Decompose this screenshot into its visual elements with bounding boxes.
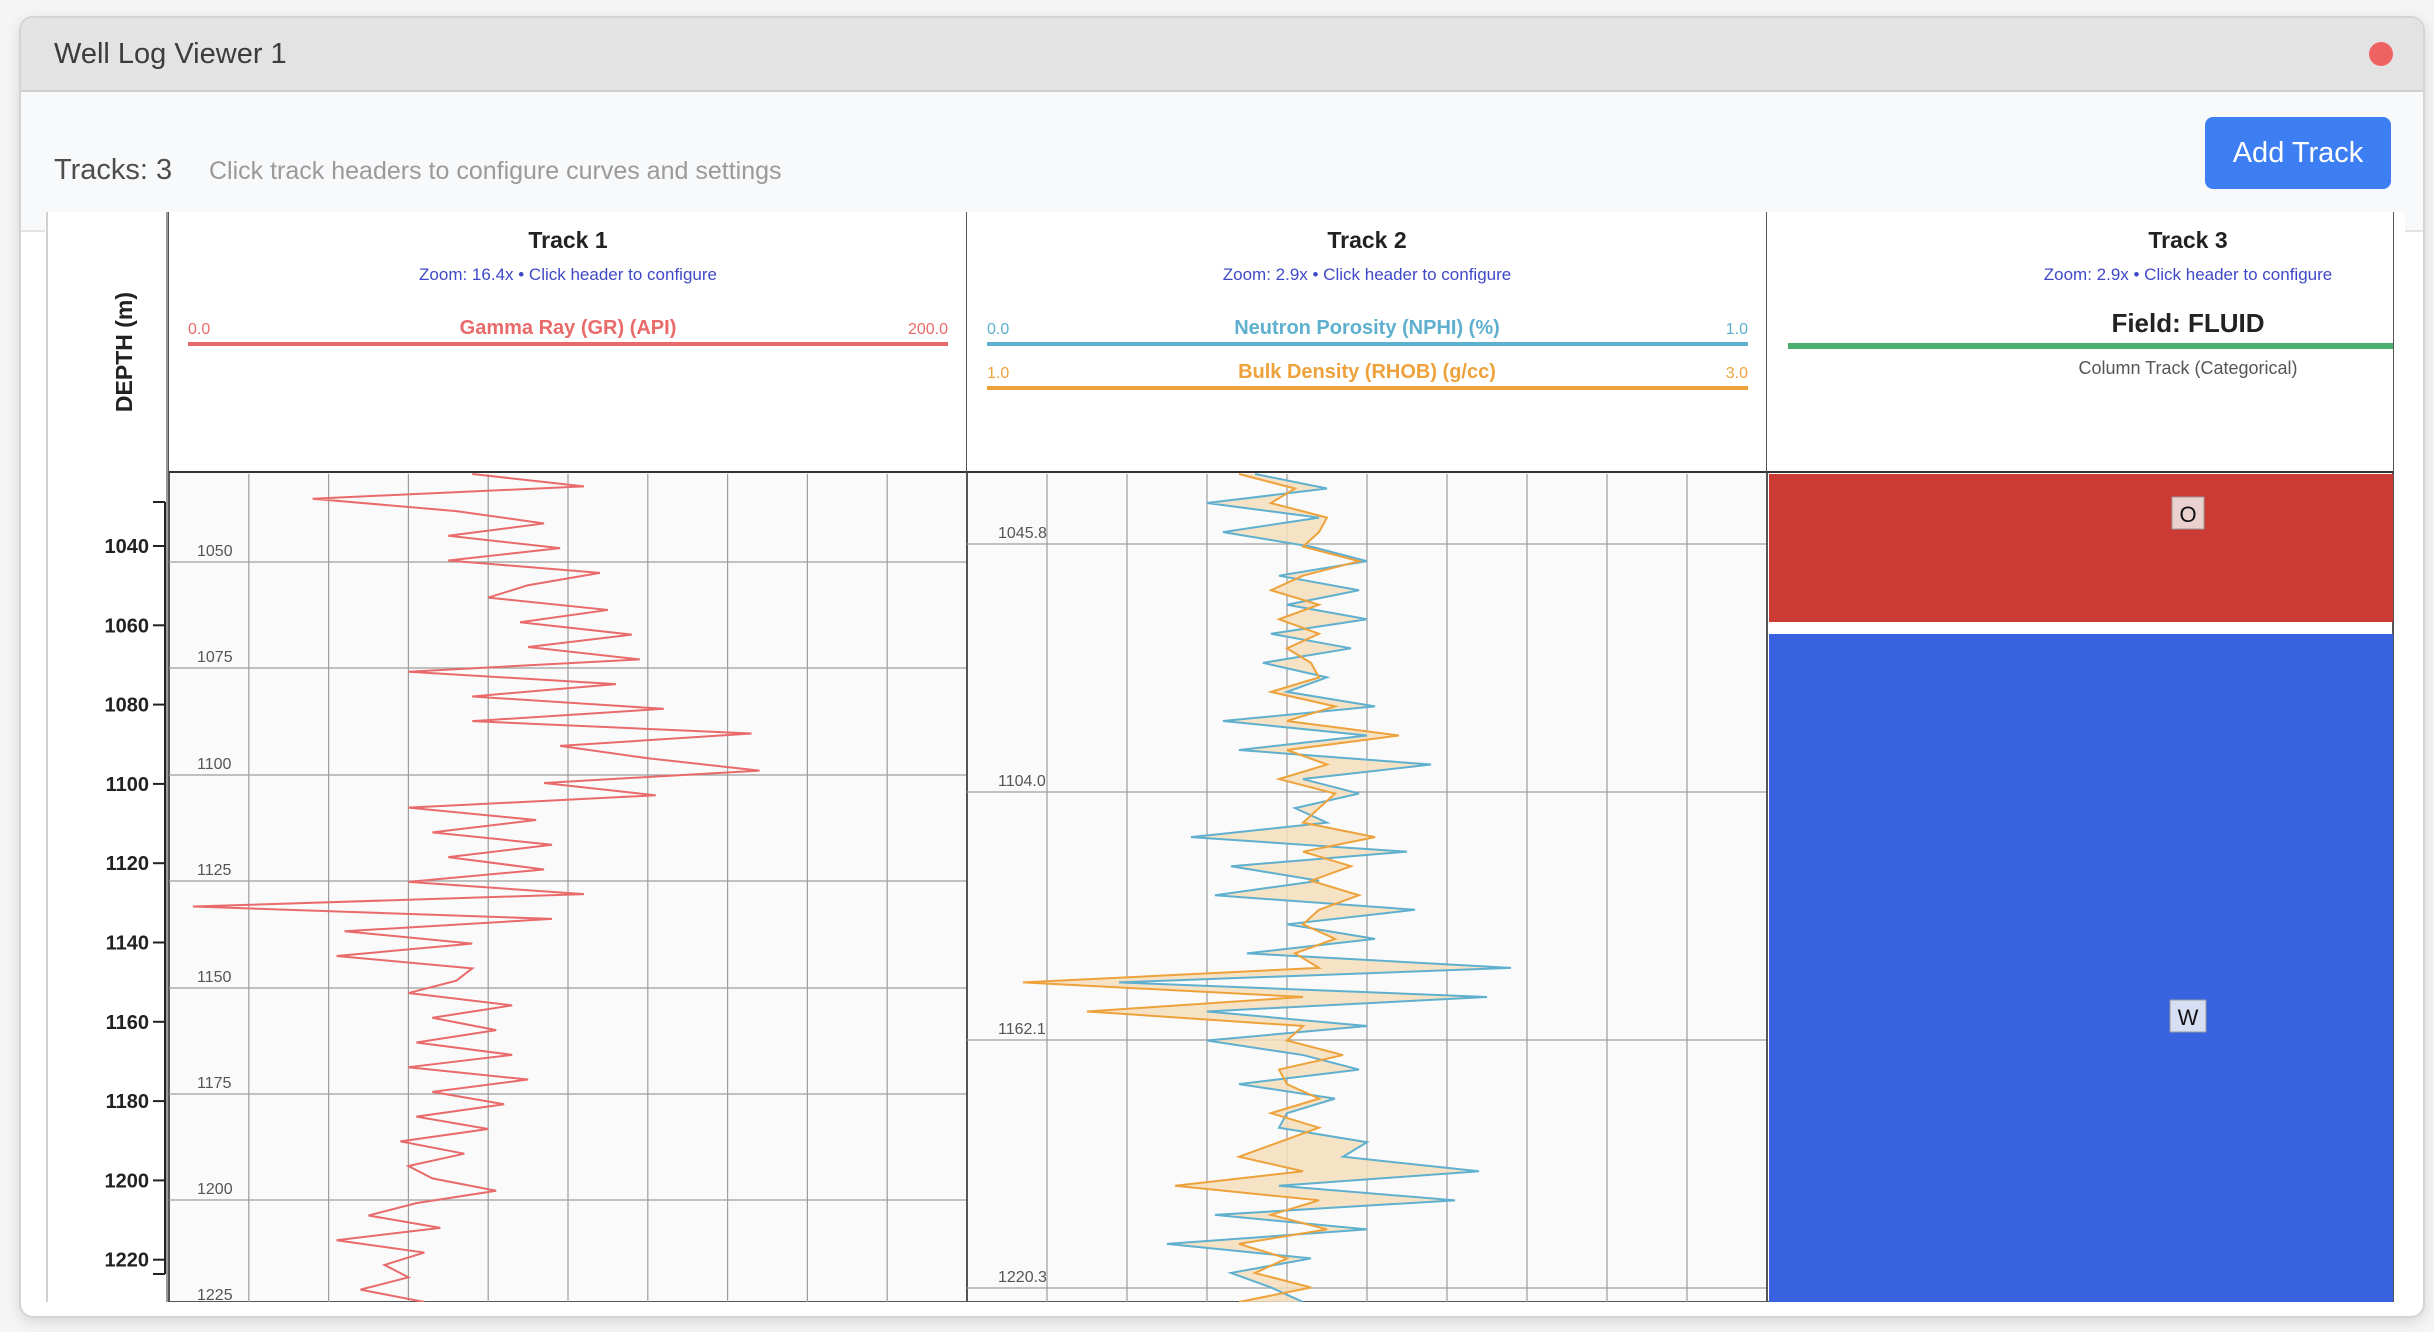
rhob-max-label: 3.0	[1726, 365, 1748, 382]
toolbar-hint: Click track headers to configure curves …	[209, 157, 782, 185]
track-1-subtitle: Zoom: 16.4x • Click header to configure	[419, 265, 717, 284]
depth-tick-label: 1180	[106, 1091, 149, 1113]
track-depth-label: 1050	[197, 543, 233, 560]
depth-tick-label: 1060	[105, 615, 150, 637]
track-3-field: Field: FLUID	[2111, 308, 2264, 338]
depth-tick-label: 1200	[105, 1170, 150, 1192]
zone-oil-label: O	[2179, 502, 2196, 527]
track-depth-label: 1045.8	[998, 525, 1047, 542]
zone-oil[interactable]	[1769, 474, 2393, 622]
tracks-count: Tracks: 3	[54, 154, 173, 186]
depth-tick-label: 1080	[105, 695, 150, 717]
track-1-title: Track 1	[528, 227, 607, 253]
track-3-header[interactable]	[1767, 212, 2393, 472]
window-title: Well Log Viewer 1	[54, 38, 287, 70]
depth-tick-label: 1140	[106, 933, 149, 955]
depth-tick-label: 1160	[106, 1012, 149, 1034]
close-button[interactable]	[2369, 42, 2393, 66]
track-3-subtitle: Zoom: 2.9x • Click header to configure	[2044, 265, 2332, 284]
gr-max-label: 200.0	[908, 321, 948, 338]
track-1: Track 1 Zoom: 16.4x • Click header to co…	[168, 212, 968, 1302]
gr-min-label: 0.0	[188, 321, 210, 338]
track-depth-label: 1162.1	[998, 1021, 1046, 1038]
track-depth-label: 1100	[197, 756, 232, 773]
track-3-title: Track 3	[2148, 227, 2227, 253]
toolbar: Tracks: 3 Click track headers to configu…	[21, 92, 2423, 232]
nphi-max-label: 1.0	[1726, 321, 1748, 338]
track-2-subtitle: Zoom: 2.9x • Click header to configure	[1223, 265, 1511, 284]
nphi-curve-name: Neutron Porosity (NPHI) (%)	[1234, 317, 1500, 339]
zone-water-label: W	[2178, 1005, 2199, 1030]
depth-tick-label: 1120	[106, 853, 149, 875]
zone-water[interactable]	[1769, 634, 2393, 1302]
track-depth-label: 1150	[197, 969, 232, 986]
depth-tick-label: 1220	[105, 1250, 150, 1272]
title-bar: Well Log Viewer 1	[21, 18, 2423, 92]
depth-tick-label: 1040	[105, 536, 150, 558]
track-3-caption: Column Track (Categorical)	[2078, 358, 2297, 378]
track-depth-label: 1104.0	[998, 773, 1046, 790]
nphi-min-label: 0.0	[987, 321, 1009, 338]
track-2: Track 2 Zoom: 2.9x • Click header to con…	[966, 212, 1768, 1302]
track-depth-label: 1125	[197, 862, 232, 879]
add-track-button[interactable]: Add Track	[2205, 117, 2391, 189]
log-canvas: DEPTH (m) 1040 1060 1080 1100 1120 1140 1160 11…	[46, 212, 2394, 1302]
depth-axis: DEPTH (m) 1040 1060 1080 1100 1120 1140 1160 11…	[46, 212, 168, 1302]
rhob-curve-name: Bulk Density (RHOB) (g/cc)	[1238, 361, 1496, 383]
log-viewer: DEPTH (m) 1040 1060 1080 1100 1120 1140 1160 11…	[45, 212, 2405, 1302]
track-depth-label: 1200	[197, 1181, 233, 1198]
track-depth-label: 1220.3	[998, 1269, 1047, 1286]
well-log-viewer-window: Well Log Viewer 1 Tracks: 3 Click track …	[19, 16, 2425, 1318]
gr-curve-name: Gamma Ray (GR) (API)	[460, 317, 677, 339]
track-depth-label: 1075	[197, 649, 233, 666]
rhob-min-label: 1.0	[987, 365, 1009, 382]
track-depth-label: 1225	[197, 1287, 233, 1302]
depth-tick-label: 1100	[106, 774, 149, 796]
track-depth-label: 1175	[197, 1075, 232, 1092]
track-2-title: Track 2	[1327, 227, 1406, 253]
depth-axis-label: DEPTH (m)	[111, 292, 137, 412]
track-3: Track 3 Zoom: 2.9x • Click header to con…	[1766, 212, 2394, 1302]
